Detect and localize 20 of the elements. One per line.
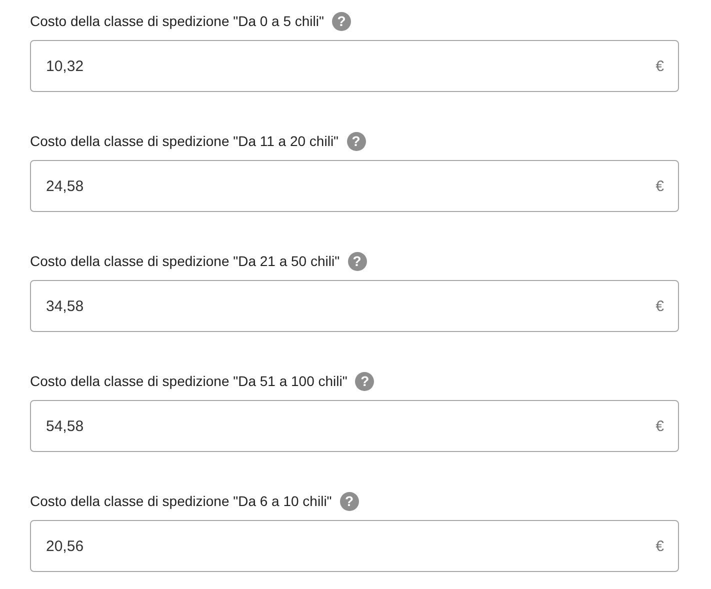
currency-symbol: €: [656, 58, 664, 74]
price-field[interactable]: 10,32 €: [30, 40, 679, 92]
field-value: 54,58: [46, 418, 84, 434]
field-label: Costo della classe di spedizione "Da 11 a 20 chili": [30, 133, 339, 149]
field-label: Costo della classe di spedizione "Da 0 a 5 chili": [30, 13, 324, 29]
price-field[interactable]: 34,58 €: [30, 280, 679, 332]
field-label: Costo della classe di spedizione "Da 51 a 100 chili": [30, 373, 348, 389]
currency-symbol: €: [656, 538, 664, 554]
currency-symbol: €: [656, 298, 664, 314]
field-value: 34,58: [46, 298, 84, 314]
field-label: Costo della classe di spedizione "Da 21 a 50 chili": [30, 253, 340, 269]
price-field[interactable]: 54,58 €: [30, 400, 679, 452]
currency-symbol: €: [656, 418, 664, 434]
field-label: Costo della classe di spedizione "Da 6 a 10 chili": [30, 493, 332, 509]
field-value: 20,56: [46, 538, 84, 554]
price-field[interactable]: 24,58 €: [30, 160, 679, 212]
currency-symbol: €: [656, 178, 664, 194]
field-value: 24,58: [46, 178, 84, 194]
price-field[interactable]: 20,56 €: [30, 520, 679, 572]
field-value: 10,32: [46, 58, 84, 74]
